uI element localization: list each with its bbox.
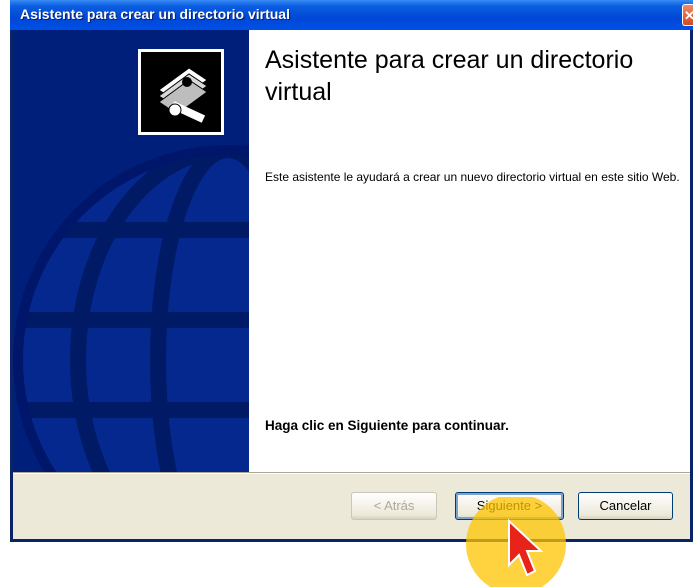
wizard-book-icon: [138, 49, 224, 135]
window-title: Asistente para crear un directorio virtu…: [20, 6, 290, 22]
back-button[interactable]: < Atrás: [351, 492, 437, 520]
divider: [13, 472, 690, 474]
wizard-window: Asistente para crear un directorio virtu…: [10, 0, 693, 542]
next-button[interactable]: Siguiente >: [455, 492, 564, 520]
wizard-content: Asistente para crear un directorio virtu…: [249, 30, 690, 472]
page-title: Asistente para crear un directorio virtu…: [265, 46, 634, 106]
continue-hint: Haga clic en Siguiente para continuar.: [265, 418, 509, 433]
wizard-banner: [13, 30, 249, 472]
description-text: Este asistente le ayudará a crear un nue…: [265, 170, 680, 184]
title-bar[interactable]: Asistente para crear un directorio virtu…: [10, 0, 693, 30]
cancel-button[interactable]: Cancelar: [578, 492, 673, 520]
close-icon: ✕: [684, 8, 693, 23]
close-button[interactable]: ✕: [682, 4, 693, 26]
